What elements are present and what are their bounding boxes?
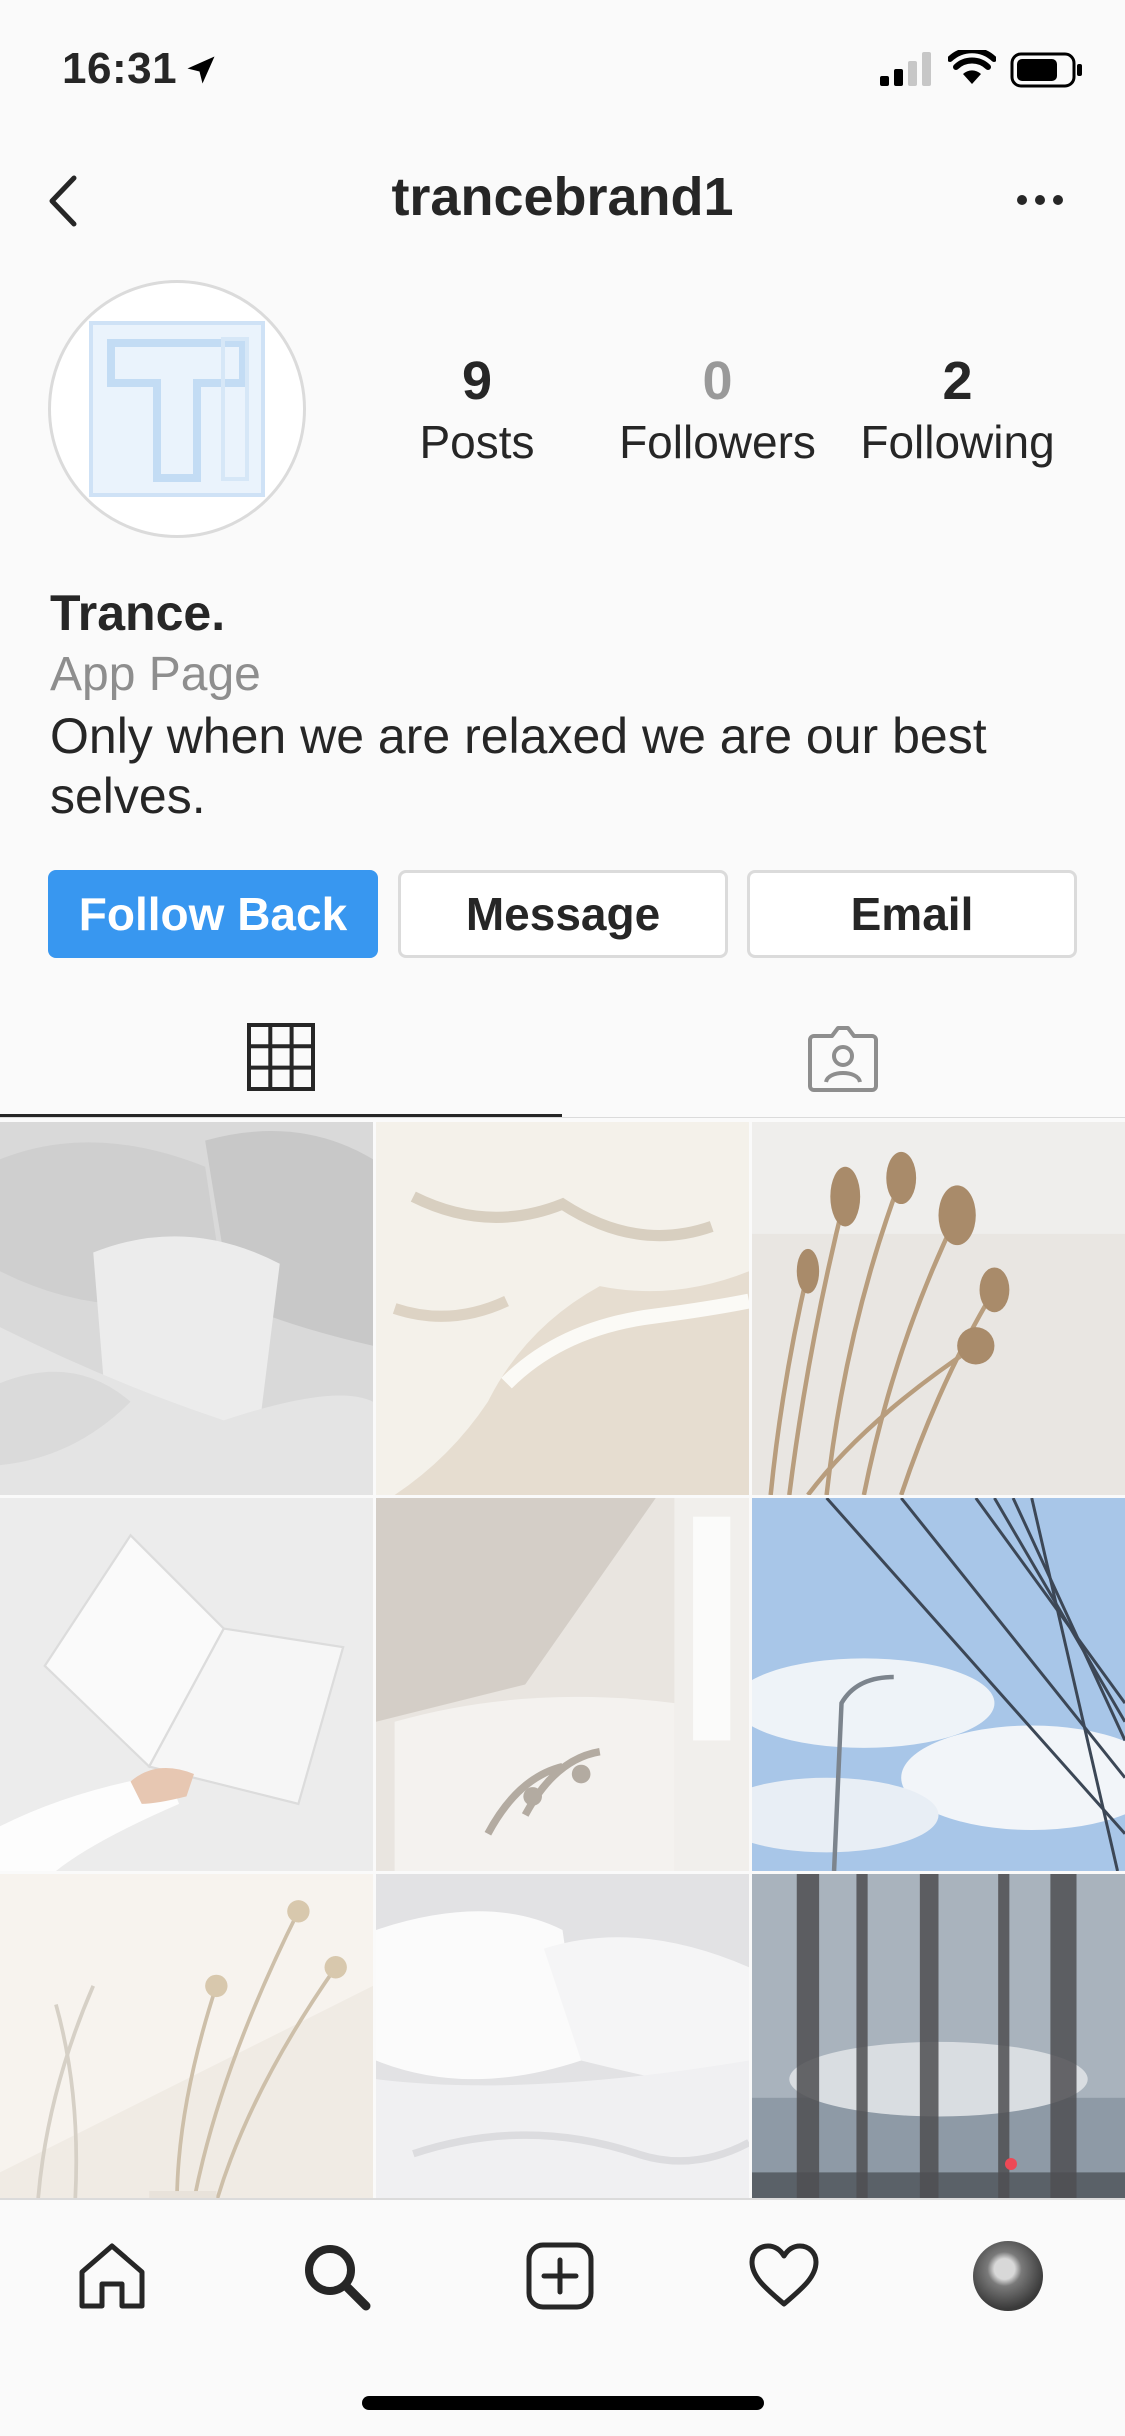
followers-label: Followers [619, 416, 816, 468]
tab-tagged[interactable] [562, 1000, 1124, 1117]
profile-avatar[interactable] [48, 280, 306, 538]
profile-avatar [973, 2241, 1043, 2311]
post-thumbnail[interactable] [0, 1122, 373, 1495]
tab-home[interactable] [70, 2234, 154, 2318]
stat-followers[interactable]: 0 Followers [600, 348, 835, 470]
posts-count: 9 [461, 351, 493, 411]
posts-label: Posts [419, 416, 535, 468]
tabs-divider [0, 1117, 1125, 1118]
location-arrow-icon [187, 56, 215, 84]
signal-icon [880, 52, 931, 86]
tab-activity[interactable] [742, 2234, 826, 2318]
stat-posts[interactable]: 9 Posts [377, 348, 577, 470]
post-thumbnail[interactable] [0, 1498, 373, 1871]
tab-add-post[interactable] [518, 2234, 602, 2318]
email-button[interactable]: Email [747, 870, 1077, 958]
post-thumbnail[interactable] [752, 1498, 1125, 1871]
avatar-logo [89, 321, 265, 497]
tagged-icon [808, 1025, 878, 1092]
post-thumbnail[interactable] [376, 1874, 749, 2198]
grid-icon [247, 1023, 315, 1091]
battery-icon [1010, 52, 1082, 88]
following-label: Following [860, 416, 1055, 468]
heart-icon [749, 2243, 819, 2307]
post-thumbnail[interactable] [376, 1498, 749, 1871]
tab-profile[interactable] [966, 2234, 1050, 2318]
profile-bio: Trance. App Page Only when we are relaxe… [50, 582, 1090, 826]
status-time: 16:31 [62, 44, 178, 93]
page-title: trancebrand1 [391, 167, 734, 227]
post-thumbnail[interactable] [0, 1874, 373, 2198]
followers-count: 0 [702, 351, 733, 411]
search-icon [305, 2245, 371, 2311]
nav-header: trancebrand1 [0, 140, 1125, 260]
home-indicator [362, 2396, 764, 2410]
add-post-icon [526, 2242, 594, 2310]
bio-line-2: selves. [50, 768, 206, 824]
post-thumbnail[interactable] [752, 1874, 1125, 2198]
notification-dot [1005, 2158, 1017, 2170]
posts-grid [0, 1122, 1125, 2198]
following-count: 2 [942, 351, 973, 411]
profile-name: Trance. [50, 585, 226, 641]
tab-grid[interactable] [0, 1000, 562, 1117]
follow-back-button[interactable]: Follow Back [48, 870, 378, 958]
profile-tabs [0, 1000, 1125, 1120]
home-icon [79, 2243, 145, 2309]
wifi-icon [948, 50, 996, 84]
more-dots-icon[interactable] [1010, 180, 1070, 220]
post-thumbnail[interactable] [376, 1122, 749, 1495]
profile-category: App Page [50, 648, 261, 701]
message-button[interactable]: Message [398, 870, 728, 958]
bio-line-1: Only when we are relaxed we are our best [50, 708, 987, 764]
stat-following[interactable]: 2 Following [845, 348, 1070, 470]
status-bar: 16:31 [0, 0, 1125, 132]
post-thumbnail[interactable] [752, 1122, 1125, 1495]
tab-search[interactable] [294, 2234, 378, 2318]
